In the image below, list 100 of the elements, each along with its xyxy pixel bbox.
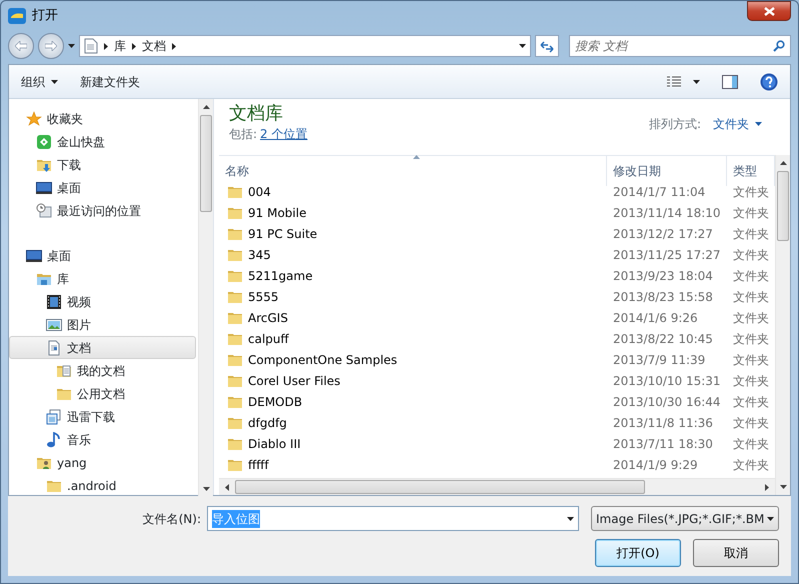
organize-button[interactable]: 组织: [21, 72, 58, 90]
file-name-cell[interactable]: 5555: [219, 288, 607, 306]
sidebar-item[interactable]: 公用文档: [9, 382, 196, 405]
preview-pane-button[interactable]: [722, 72, 738, 90]
history-dropdown-icon[interactable]: [68, 44, 75, 48]
sidebar-item[interactable]: 音乐: [9, 428, 196, 451]
scroll-thumb[interactable]: [200, 115, 212, 212]
close-icon: [764, 6, 774, 16]
dropdown-icon[interactable]: [567, 516, 574, 520]
scroll-up-icon[interactable]: [202, 105, 210, 109]
sort-arrow-icon: [412, 155, 420, 159]
horizontal-scrollbar[interactable]: [219, 478, 775, 495]
breadcrumb-arrow-icon[interactable]: [104, 42, 108, 50]
type-cell-text: 文件夹: [732, 456, 770, 474]
scroll-left-icon[interactable]: [225, 484, 229, 490]
file-name-cell[interactable]: 91 PC Suite: [219, 224, 607, 242]
sidebar-item[interactable]: yang: [9, 451, 196, 474]
scroll-down-icon[interactable]: [780, 485, 786, 489]
window-title: 打开: [32, 7, 58, 26]
date-cell-text: 2013/7/9 11:39: [612, 352, 706, 368]
filename-label: 文件名(N):: [142, 510, 201, 528]
arrange-label: 排列方式:: [648, 116, 701, 133]
sidebar-item[interactable]: .android: [9, 474, 196, 497]
date-cell-text: 2014/1/7 11:04: [612, 184, 706, 200]
breadcrumb[interactable]: 库: [114, 37, 126, 55]
scrollbar[interactable]: [198, 99, 213, 497]
arrange-dropdown[interactable]: 文件夹: [713, 115, 762, 133]
file-name-cell[interactable]: calpuff: [219, 330, 607, 348]
type-cell-text: 文件夹: [732, 352, 770, 368]
sidebar-item[interactable]: 金山快盘: [9, 130, 196, 153]
cancel-button[interactable]: 取消: [693, 539, 779, 567]
document-folder-icon: [56, 362, 72, 378]
star-icon: [26, 110, 42, 126]
search-placeholder: 搜索 文档: [575, 38, 627, 55]
scrollbar[interactable]: [775, 155, 790, 495]
scroll-right-icon[interactable]: [765, 484, 769, 490]
date-cell-text: 2013/12/2 17:27: [612, 226, 714, 242]
sidebar-item[interactable]: 下载: [9, 153, 196, 176]
search-field[interactable]: 搜索 文档: [569, 35, 791, 57]
scroll-down-icon[interactable]: [202, 487, 210, 491]
film-icon: [46, 294, 62, 310]
file-name-cell[interactable]: ComponentOne Samples: [219, 350, 607, 368]
close-button[interactable]: [747, 1, 791, 21]
dropdown-icon[interactable]: [519, 44, 526, 48]
breadcrumb-arrow-icon[interactable]: [132, 42, 136, 50]
sidebar-item[interactable]: 库: [9, 267, 196, 290]
refresh-button[interactable]: [535, 35, 559, 57]
locations-link[interactable]: 2 个位置: [260, 125, 308, 143]
date-cell-text: 2013/10/10 15:31: [612, 372, 722, 390]
view-button[interactable]: [667, 76, 700, 88]
sidebar-item[interactable]: 图片: [9, 313, 196, 336]
breadcrumb[interactable]: 文档: [142, 37, 166, 55]
open-button[interactable]: 打开(O): [595, 539, 681, 567]
sidebar-item[interactable]: 收藏夹: [9, 107, 196, 130]
preview-pane-icon: [722, 75, 738, 90]
document-icon: [84, 38, 98, 54]
sidebar-item[interactable]: 桌面: [9, 176, 196, 199]
type-cell-text: 文件夹: [732, 184, 770, 200]
sidebar-item[interactable]: 文档: [9, 336, 196, 359]
file-name-cell[interactable]: ArcGIS: [219, 308, 607, 326]
type-cell-text: 文件夹: [732, 288, 770, 306]
date-cell-text: 2013/8/23 15:58: [612, 288, 714, 306]
file-name-cell[interactable]: 91 Mobile: [219, 204, 607, 222]
type-cell-text: 文件夹: [732, 436, 770, 452]
scroll-thumb[interactable]: [777, 171, 789, 241]
help-button[interactable]: [760, 72, 778, 91]
file-name-cell[interactable]: dfgdfg: [219, 414, 607, 432]
address-bar[interactable]: 库 文档: [79, 35, 531, 57]
desktop-icon: [26, 248, 42, 264]
file-name-cell[interactable]: Corel User Files: [219, 372, 607, 390]
sidebar-item[interactable]: 视频: [9, 290, 196, 313]
refresh-arrows-icon: [540, 40, 554, 53]
column-header[interactable]: 修改日期: [607, 156, 727, 186]
file-name-cell[interactable]: DEMODB: [219, 392, 607, 410]
column-header[interactable]: 名称: [219, 156, 607, 186]
library-title: 文档库: [229, 103, 284, 125]
sidebar-item[interactable]: 最近访问的位置: [9, 199, 196, 222]
caret-icon: [51, 80, 58, 84]
file-name-cell[interactable]: Diablo III: [219, 434, 607, 452]
breadcrumb-arrow-icon[interactable]: [172, 42, 176, 50]
desktop-icon: [36, 180, 52, 196]
date-cell-text: 2013/7/11 18:30: [612, 436, 714, 452]
sidebar-item[interactable]: 我的文档: [9, 359, 196, 382]
forward-arrow-icon: [45, 41, 57, 51]
type-cell-text: 文件夹: [732, 268, 770, 284]
file-type-dropdown[interactable]: Image Files(*.JPG;*.GIF;*.BM: [591, 506, 779, 531]
file-name-cell[interactable]: fffff: [219, 456, 607, 474]
back-button[interactable]: [8, 33, 34, 59]
new-folder-button[interactable]: 新建文件夹: [80, 72, 140, 90]
scroll-up-icon[interactable]: [780, 161, 786, 165]
type-cell-text: 文件夹: [732, 330, 770, 348]
back-arrow-icon: [15, 41, 27, 51]
sidebar-item[interactable]: 迅雷下载: [9, 405, 196, 428]
date-cell-text: 2013/9/23 18:04: [612, 268, 714, 284]
file-name-cell[interactable]: 5211game: [219, 266, 607, 284]
scroll-thumb[interactable]: [235, 480, 645, 494]
sidebar-item[interactable]: 桌面: [9, 244, 196, 267]
music-note-icon: [46, 432, 62, 448]
date-cell-text: 2013/11/25 17:27: [612, 246, 722, 264]
file-name-cell[interactable]: 345: [219, 246, 607, 264]
